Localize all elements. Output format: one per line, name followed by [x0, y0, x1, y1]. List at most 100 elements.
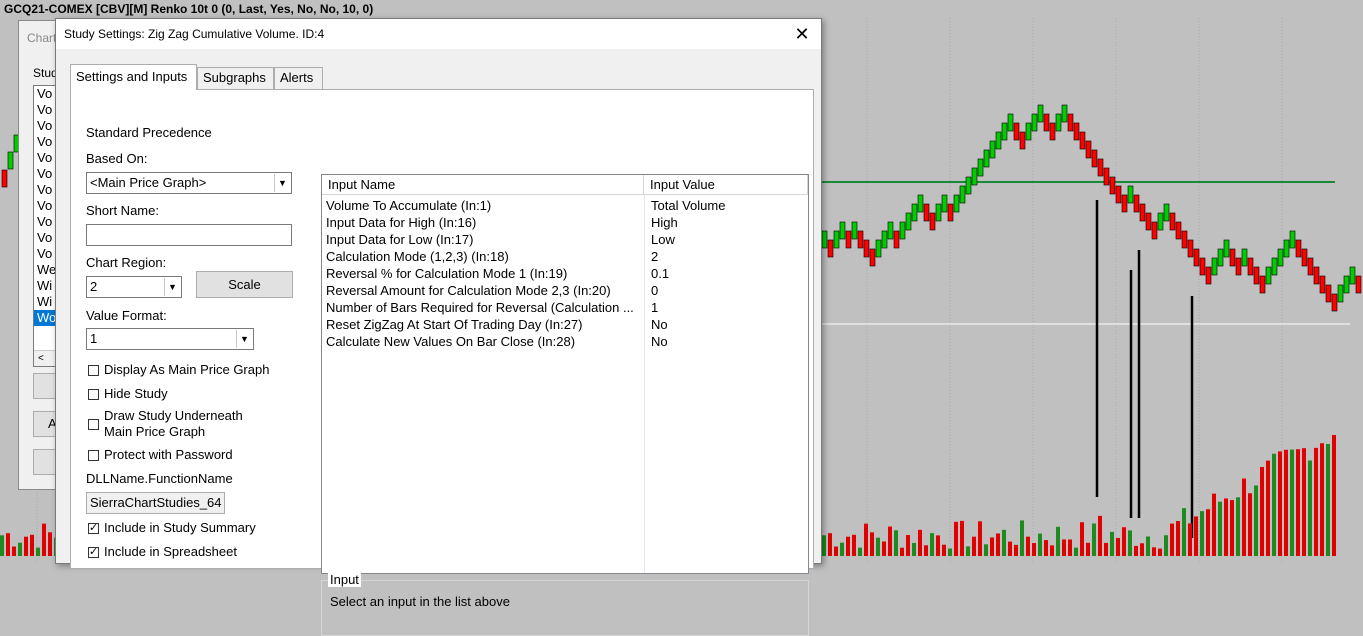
- grid-row[interactable]: Volume To Accumulate (In:1) Total Volume: [322, 197, 808, 214]
- input-name-cell[interactable]: Input Data for High (In:16): [322, 214, 642, 231]
- volume-bar: [1020, 520, 1024, 556]
- dll-label: DLLName.FunctionName: [86, 471, 233, 486]
- based-on-value: <Main Price Graph>: [90, 175, 207, 190]
- input-value-cell[interactable]: 2: [647, 248, 807, 265]
- chart-studies-title: Chart: [27, 31, 57, 45]
- input-value-cell[interactable]: No: [647, 333, 807, 350]
- input-name-cell[interactable]: Reset ZigZag At Start Of Trading Day (In…: [322, 316, 642, 333]
- volume-bar: [1194, 516, 1198, 556]
- volume-bar: [1152, 547, 1156, 556]
- volume-bar: [984, 544, 988, 556]
- protect-password-checkbox[interactable]: [88, 450, 99, 461]
- renko-brick: [905, 212, 912, 231]
- value-format-select[interactable]: 1 ▼: [86, 328, 254, 350]
- volume-bar: [972, 536, 976, 556]
- grid-row[interactable]: Number of Bars Required for Reversal (Ca…: [322, 299, 808, 316]
- input-hint: Select an input in the list above: [330, 594, 510, 609]
- renko-brick: [953, 194, 960, 213]
- grid-row[interactable]: Calculation Mode (1,2,3) (In:18) 2: [322, 248, 808, 265]
- input-value-cell[interactable]: High: [647, 214, 807, 231]
- chevron-down-icon[interactable]: ▼: [274, 174, 290, 192]
- dll-value-field[interactable]: SierraChartStudies_64: [86, 492, 225, 514]
- volume-bar: [1122, 527, 1126, 556]
- renko-brick: [1019, 131, 1026, 150]
- renko-brick: [1097, 158, 1104, 177]
- chevron-down-icon[interactable]: ▼: [164, 278, 180, 296]
- volume-bar: [1080, 522, 1084, 556]
- display-main-price-checkbox[interactable]: [88, 365, 99, 376]
- input-value-cell[interactable]: No: [647, 316, 807, 333]
- settings-panel: Standard Precedence Based On: <Main Pric…: [70, 89, 814, 636]
- volume-bar: [1188, 523, 1192, 556]
- volume-bar: [1176, 520, 1180, 556]
- grid-row[interactable]: Input Data for High (In:16) High: [322, 214, 808, 231]
- input-name-cell[interactable]: Reversal % for Calculation Mode 1 (In:19…: [322, 265, 642, 282]
- short-name-input[interactable]: [86, 224, 292, 246]
- include-spreadsheet-checkbox[interactable]: ✓: [88, 547, 99, 558]
- renko-brick: [989, 140, 996, 159]
- draw-underneath-checkbox[interactable]: [88, 419, 99, 430]
- input-value-cell[interactable]: Low: [647, 231, 807, 248]
- input-name-cell[interactable]: Calculation Mode (1,2,3) (In:18): [322, 248, 642, 265]
- tab-settings-and-inputs[interactable]: Settings and Inputs: [70, 64, 197, 90]
- renko-brick: [857, 230, 864, 249]
- volume-bar: [846, 536, 850, 556]
- left-renko-bricks: [1, 134, 20, 188]
- dialog-titlebar[interactable]: Study Settings: Zig Zag Cumulative Volum…: [56, 19, 821, 49]
- include-summary-checkbox[interactable]: ✓: [88, 523, 99, 534]
- tab-subgraphs[interactable]: Subgraphs: [197, 67, 274, 89]
- volume-bar: [1110, 531, 1114, 556]
- tab-alerts[interactable]: Alerts: [274, 67, 323, 89]
- grid-row[interactable]: Reversal % for Calculation Mode 1 (In:19…: [322, 265, 808, 282]
- close-icon[interactable]: ✕: [791, 23, 813, 45]
- volume-bar: [924, 545, 928, 556]
- grid-row[interactable]: Calculate New Values On Bar Close (In:28…: [322, 333, 808, 350]
- draw-underneath-label-2: Main Price Graph: [104, 424, 206, 439]
- dialog-title: Study Settings: Zig Zag Cumulative Volum…: [64, 27, 325, 41]
- input-value-cell[interactable]: 0.1: [647, 265, 807, 282]
- volume-bar: [1290, 449, 1294, 556]
- include-spreadsheet-label: Include in Spreadsheet: [104, 544, 237, 559]
- volume-bar: [36, 547, 40, 556]
- renko-brick: [863, 239, 870, 258]
- volume-bar: [906, 535, 910, 556]
- volume-bar: [1224, 498, 1228, 556]
- input-name-cell[interactable]: Volume To Accumulate (In:1): [322, 197, 642, 214]
- renko-brick: [1151, 221, 1158, 240]
- renko-brick: [1211, 257, 1218, 276]
- inputs-grid[interactable]: Input Name Input Value Volume To Accumul…: [321, 174, 809, 574]
- hide-study-checkbox[interactable]: [88, 389, 99, 400]
- renko-brick: [1031, 113, 1038, 132]
- scale-button[interactable]: Scale: [196, 271, 293, 298]
- input-name-cell[interactable]: Number of Bars Required for Reversal (Ca…: [322, 299, 642, 316]
- chart-region-select[interactable]: 2 ▼: [86, 276, 182, 298]
- chevron-down-icon[interactable]: ▼: [236, 330, 252, 348]
- renko-brick: [1103, 167, 1110, 186]
- grid-row[interactable]: Input Data for Low (In:17) Low: [322, 231, 808, 248]
- input-value-cell[interactable]: 1: [647, 299, 807, 316]
- input-value-cell[interactable]: 0: [647, 282, 807, 299]
- renko-brick: [1259, 275, 1266, 294]
- volume-bar: [1212, 493, 1216, 556]
- volume-bar: [1050, 545, 1054, 556]
- volume-bar: [1236, 497, 1240, 556]
- grid-row[interactable]: Reversal Amount for Calculation Mode 2,3…: [322, 282, 808, 299]
- input-name-cell[interactable]: Calculate New Values On Bar Close (In:28…: [322, 333, 642, 350]
- volume-bar: [48, 532, 52, 556]
- renko-brick: [1163, 203, 1170, 222]
- column-header-input-value[interactable]: Input Value: [644, 175, 808, 195]
- renko-brick: [1091, 149, 1098, 168]
- renko-brick: [1331, 293, 1338, 312]
- volume-bar: [996, 533, 1000, 556]
- input-name-cell[interactable]: Input Data for Low (In:17): [322, 231, 642, 248]
- renko-brick: [893, 230, 900, 249]
- based-on-select[interactable]: <Main Price Graph> ▼: [86, 172, 292, 194]
- renko-brick: [1073, 122, 1080, 141]
- grid-row[interactable]: Reset ZigZag At Start Of Trading Day (In…: [322, 316, 808, 333]
- renko-brick: [1343, 275, 1350, 294]
- input-name-cell[interactable]: Reversal Amount for Calculation Mode 2,3…: [322, 282, 642, 299]
- column-header-input-name[interactable]: Input Name: [322, 175, 644, 195]
- volume-bar: [30, 534, 34, 556]
- input-value-cell[interactable]: Total Volume: [647, 197, 807, 214]
- renko-brick: [1295, 239, 1302, 258]
